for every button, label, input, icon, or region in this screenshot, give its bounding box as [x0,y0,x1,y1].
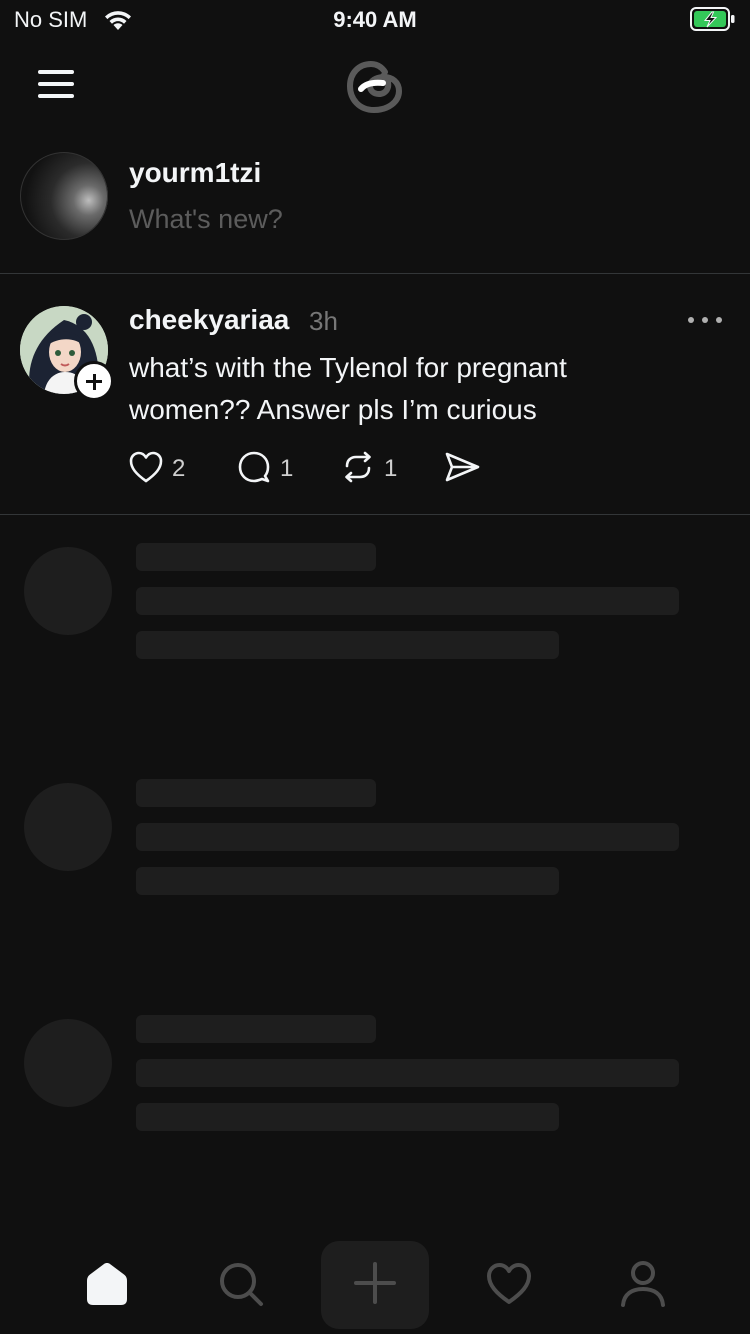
skeleton-line [136,631,559,659]
status-bar: No SIM 9:40 AM [0,0,750,40]
divider [0,273,750,274]
tab-search[interactable] [211,1258,271,1314]
skeleton-line [136,1015,376,1043]
repost-count: 1 [384,455,398,482]
follow-plus-icon[interactable] [74,361,114,401]
comment-icon [236,450,272,489]
plus-icon [353,1261,397,1310]
tab-profile[interactable] [613,1258,673,1314]
clock: 9:40 AM [333,7,417,32]
my-avatar[interactable] [20,152,108,240]
post-text: what’s with the Tylenol for pregnant wom… [129,352,567,425]
threads-logo-icon[interactable] [343,54,407,118]
heart-icon [485,1262,533,1311]
reply-button[interactable]: 1 [236,450,293,488]
repost-button[interactable]: 1 [340,450,397,488]
divider [0,514,750,515]
reply-count: 1 [280,455,294,482]
post-author-username[interactable]: cheekyariaa [129,304,289,336]
skeleton-avatar [24,547,112,635]
skeleton-line [136,543,376,571]
repost-icon [340,450,376,489]
like-count: 2 [172,455,186,482]
skeleton-line [136,1059,679,1087]
send-icon [443,450,481,489]
skeleton-line [136,867,559,895]
skeleton-avatar [24,783,112,871]
hamburger-menu-icon[interactable] [38,70,74,98]
skeleton-line [136,587,679,615]
create-post-button[interactable] [321,1241,429,1329]
skeleton-avatar [24,1019,112,1107]
skeleton-line [136,1103,559,1131]
more-options-icon[interactable] [688,312,722,328]
tab-activity[interactable] [479,1258,539,1314]
post-timestamp: 3h [309,306,338,336]
heart-icon [128,450,164,489]
share-button[interactable] [443,450,481,488]
home-icon [83,1261,131,1312]
my-username: yourm1tzi [129,157,262,188]
skeleton-line [136,779,376,807]
search-icon [217,1260,265,1313]
skeleton-line [136,823,679,851]
tab-home[interactable] [77,1258,137,1314]
battery-charging-icon [690,7,736,36]
new-post-input[interactable]: What's new? [129,204,283,235]
profile-icon [620,1260,666,1313]
like-button[interactable]: 2 [128,450,185,488]
